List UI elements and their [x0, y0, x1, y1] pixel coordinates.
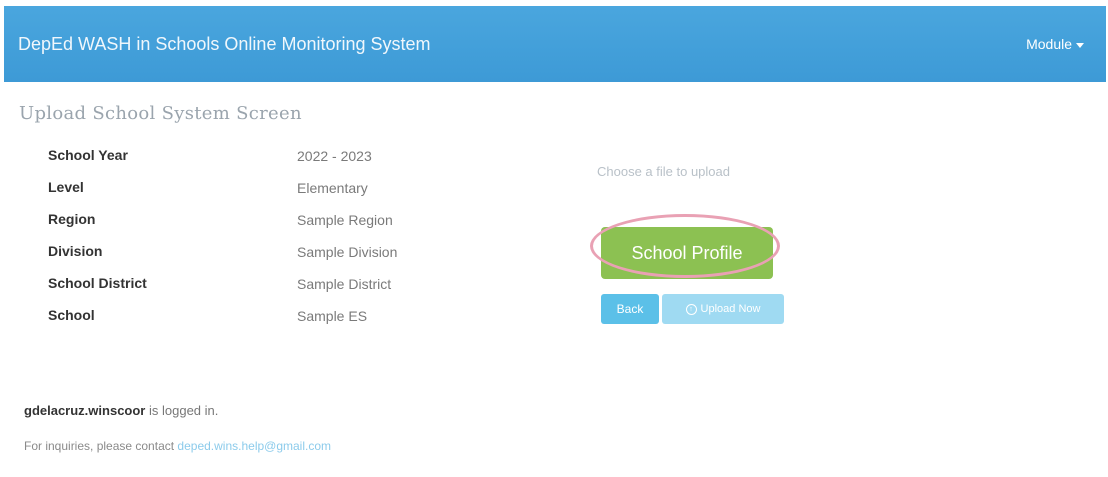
upload-hint: Choose a file to upload — [597, 164, 730, 179]
contact-line: For inquiries, please contact deped.wins… — [24, 439, 331, 453]
info-value: Sample Region — [297, 212, 393, 228]
page-title: Upload School System Screen — [19, 103, 302, 124]
info-label: Division — [48, 243, 103, 259]
contact-text: For inquiries, please contact — [24, 439, 178, 453]
info-label: School — [48, 307, 95, 323]
info-label: School Year — [48, 147, 128, 163]
logged-in-status: gdelacruz.winscoor is logged in. — [24, 403, 218, 418]
school-profile-button[interactable]: School Profile — [601, 227, 773, 279]
caret-down-icon — [1076, 42, 1084, 48]
info-label: School District — [48, 275, 147, 291]
logged-in-text: is logged in. — [145, 403, 219, 418]
info-value: Sample District — [297, 276, 392, 292]
upload-now-label: Upload Now — [700, 303, 761, 315]
contact-email-link[interactable]: deped.wins.help@gmail.com — [177, 439, 331, 453]
back-button[interactable]: Back — [601, 294, 659, 324]
info-value: Elementary — [297, 180, 368, 196]
info-label: Level — [48, 179, 84, 195]
info-value: Sample ES — [297, 308, 368, 324]
navbar: DepEd WASH in Schools Online Monitoring … — [4, 6, 1106, 82]
module-dropdown[interactable]: Module — [1026, 36, 1084, 52]
info-value: Sample Division — [297, 244, 398, 260]
info-value: 2022 - 2023 — [297, 148, 372, 164]
module-dropdown-label: Module — [1026, 36, 1072, 52]
app-title[interactable]: DepEd WASH in Schools Online Monitoring … — [18, 34, 431, 55]
info-label: Region — [48, 211, 96, 227]
upload-icon: ↑ — [685, 303, 697, 315]
username: gdelacruz.winscoor — [24, 403, 146, 418]
upload-now-button[interactable]: ↑ Upload Now — [662, 294, 784, 324]
